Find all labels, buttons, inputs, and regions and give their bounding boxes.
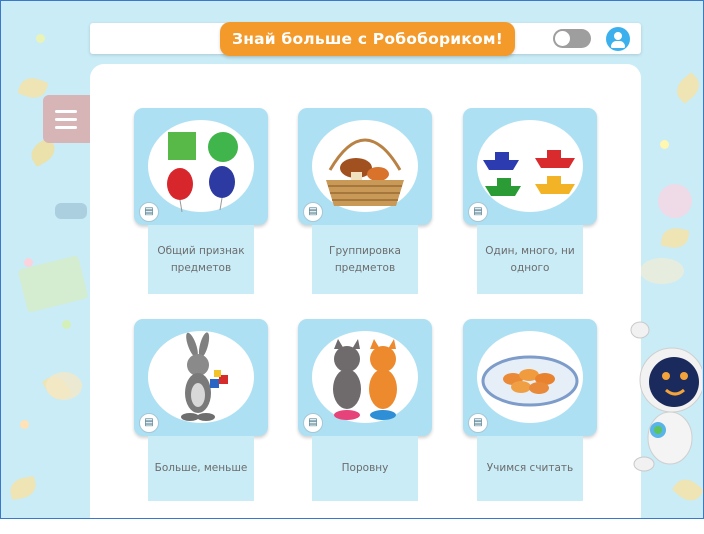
lesson-title: Учимся считать [477,436,583,501]
orange-cat-shape [370,346,396,372]
document-icon[interactable]: ▤ [468,413,488,433]
yellow-boat-shape [535,184,575,194]
blue-bowl-shape [370,410,396,420]
red-boat-shape [535,158,575,168]
red-balloon-shape [167,168,193,200]
lesson-title: Общий признак предметов [148,225,254,294]
lesson-tile[interactable]: ▤ [298,319,432,436]
pink-bowl-shape [334,410,360,420]
lesson-image [312,120,418,212]
user-head-shape [614,32,622,40]
leaf-decoration [8,475,38,501]
lesson-title: Поровну [312,436,418,501]
plate-shape [481,355,579,407]
lesson-image [477,120,583,212]
toggle-knob [555,31,570,46]
dot-decoration [660,140,669,149]
dot-decoration [36,34,45,43]
menu-bar-icon [55,126,77,129]
blue-balloon-shape [209,166,235,198]
document-icon[interactable]: ▤ [303,202,323,222]
lesson-image [148,120,254,213]
lesson-image [312,331,418,423]
blue-boat-shape [483,160,519,170]
lesson-image [148,331,254,423]
toy-car-decoration [55,203,87,219]
document-icon[interactable]: ▤ [139,413,159,433]
hamburger-menu-button[interactable] [43,95,90,143]
grey-cat-shape [334,346,360,372]
document-icon[interactable]: ▤ [303,413,323,433]
theme-toggle[interactable] [553,29,591,48]
lesson-tile[interactable]: ▤ [134,108,268,225]
menu-bar-icon [55,118,77,121]
green-boat-shape [485,186,521,196]
lesson-tile[interactable]: ▤ [463,319,597,436]
ball-decoration [658,184,692,218]
document-icon[interactable]: ▤ [468,202,488,222]
lesson-tile[interactable]: ▤ [134,319,268,436]
rabbit-head-shape [187,354,209,376]
menu-bar-icon [55,110,77,113]
promo-banner[interactable]: Знай больше с Робобориком! [220,22,515,56]
lesson-title: Больше, меньше [148,436,254,501]
leaf-decoration [660,225,690,251]
green-ball-shape [208,132,238,162]
toy-decoration [46,372,82,400]
document-icon[interactable]: ▤ [139,202,159,222]
green-square-shape [168,132,196,160]
oval-decoration [640,258,684,284]
lesson-title: Один, много, ни одного [477,225,583,294]
lesson-image [477,331,583,423]
dot-decoration [20,420,29,429]
lesson-tile[interactable]: ▤ [463,108,597,225]
lesson-tile[interactable]: ▤ [298,108,432,225]
lesson-title: Группировка предметов [312,225,418,294]
user-profile-icon[interactable] [606,27,630,51]
user-body-shape [611,41,625,48]
dot-decoration [62,320,71,329]
leaf-decoration [671,71,704,105]
robot-mascot-icon [630,321,702,472]
